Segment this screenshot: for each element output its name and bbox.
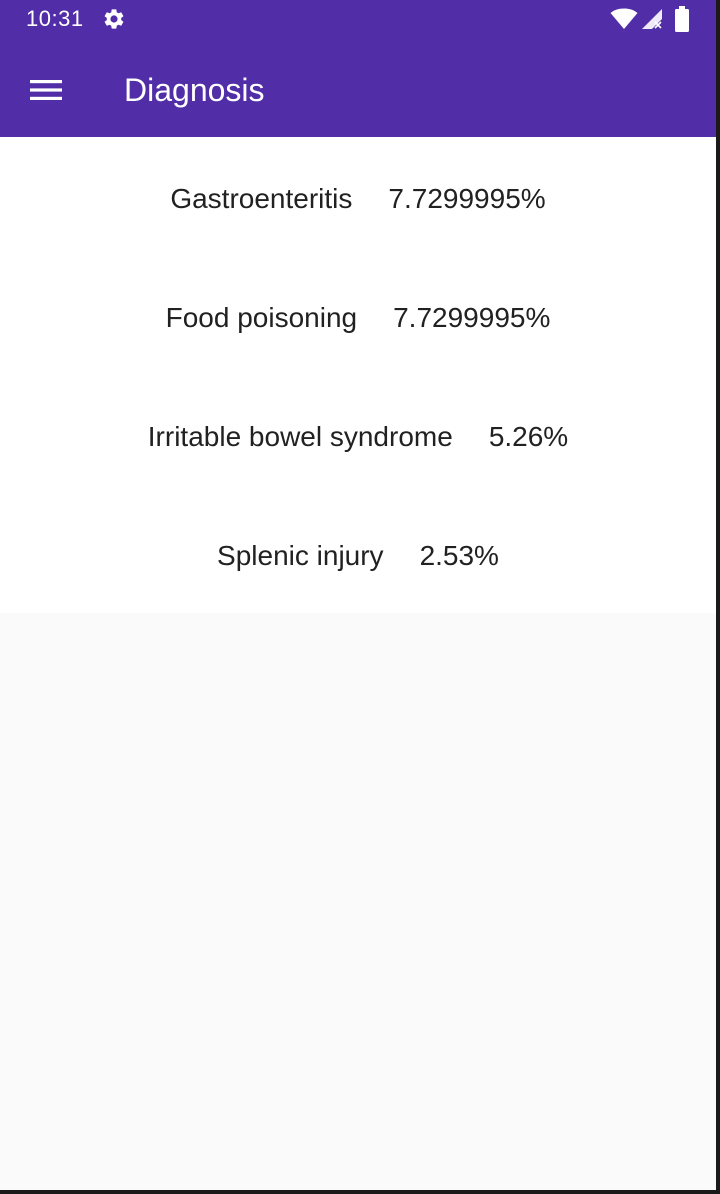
list-item: Irritable bowel syndrome 5.26% <box>0 415 716 459</box>
diagnosis-list: Gastroenteritis 7.7299995% Food poisonin… <box>0 137 716 613</box>
signal-icon <box>642 9 662 29</box>
status-bar: 10:31 <box>0 0 716 38</box>
app-bar: Diagnosis <box>0 38 716 137</box>
diagnosis-name: Food poisoning <box>165 302 358 333</box>
diagnosis-name: Gastroenteritis <box>170 183 353 214</box>
list-item: Gastroenteritis 7.7299995% <box>0 177 716 221</box>
diagnosis-probability: 7.7299995% <box>388 183 546 214</box>
battery-icon <box>675 6 689 32</box>
status-time: 10:31 <box>26 6 84 31</box>
list-item: Food poisoning 7.7299995% <box>0 296 716 340</box>
page-title: Diagnosis <box>124 72 265 108</box>
list-item: Splenic injury 2.53% <box>0 534 716 578</box>
diagnosis-probability: 7.7299995% <box>393 302 551 333</box>
menu-button[interactable] <box>14 62 78 118</box>
diagnosis-name: Irritable bowel syndrome <box>147 421 453 452</box>
gear-icon <box>104 9 124 29</box>
diagnosis-name: Splenic injury <box>217 540 384 571</box>
diagnosis-probability: 2.53% <box>419 540 499 571</box>
menu-icon <box>30 80 62 100</box>
diagnosis-probability: 5.26% <box>488 421 569 452</box>
screen: 10:31 Diagnosis Gastroenteritis 7.729999… <box>0 0 716 1190</box>
wifi-icon <box>610 8 638 29</box>
